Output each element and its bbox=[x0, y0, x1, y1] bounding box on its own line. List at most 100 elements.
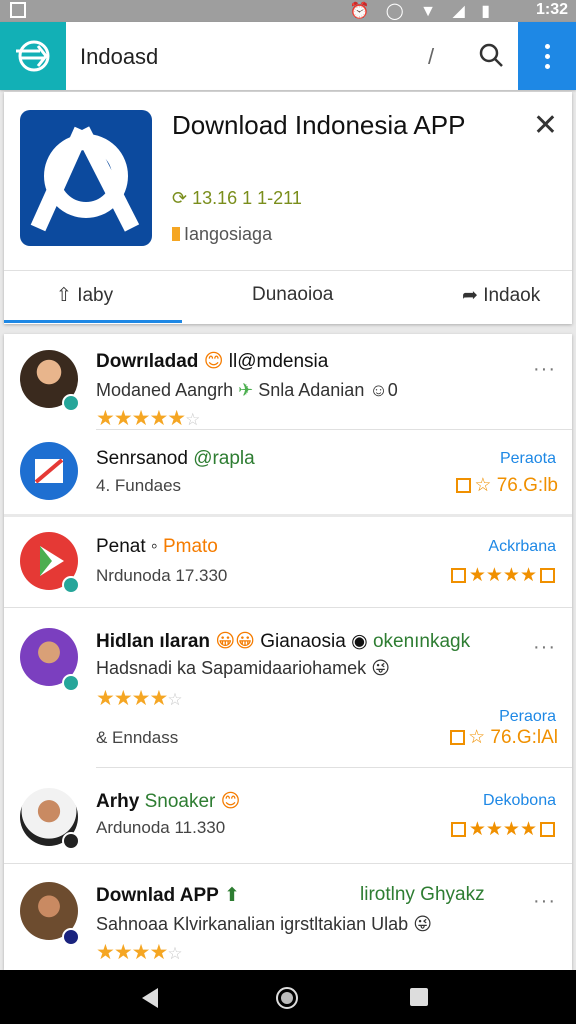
item-meta: Ardunoda 11.330 bbox=[96, 818, 226, 837]
item-title: Hidlan ılaran 😀😀 Gianaosia ◉ okenınkagk bbox=[96, 630, 470, 653]
item-subtitle-text: Sahnoaa Klvirkanalian igrstltakian Ulab bbox=[96, 914, 409, 934]
tab-download[interactable]: Dunaoioa bbox=[252, 284, 333, 306]
item-title: Downlad APP ⬆ bbox=[96, 884, 240, 907]
item-price[interactable]: ★★★★ bbox=[450, 564, 558, 587]
forward-arrow-icon: ➦ bbox=[462, 285, 484, 306]
more-options-icon[interactable]: ··· bbox=[533, 636, 556, 659]
emoji-icon: 😜 bbox=[413, 914, 432, 934]
star-rating: ★★★★☆ bbox=[96, 687, 183, 710]
item-tag[interactable]: Peraota bbox=[500, 450, 556, 468]
recents-icon[interactable] bbox=[410, 988, 428, 1006]
star-rating: ★★★★☆ bbox=[96, 941, 183, 964]
gift-icon bbox=[456, 478, 472, 493]
item-price-text: ☆ 76.G:lb bbox=[474, 475, 558, 496]
more-options-icon[interactable]: ··· bbox=[533, 890, 556, 913]
tab-forward[interactable]: ➦ Indaok bbox=[462, 284, 540, 307]
app-language: Iangosiaga bbox=[172, 224, 272, 245]
list-item[interactable]: Senrsanod @rapla 4. Fundaes Peraota ☆ 76… bbox=[4, 430, 572, 514]
item-title-extra: lirotlny Ghyakz bbox=[360, 884, 485, 905]
star-rating: ★★★★★☆ bbox=[96, 407, 200, 430]
item-title-extra: ll@mdensia bbox=[228, 351, 329, 372]
verified-badge-icon bbox=[62, 576, 80, 594]
item-title: Senrsanod @rapla bbox=[96, 448, 255, 470]
item-tag[interactable]: Dekobona bbox=[483, 792, 556, 810]
gift-icon bbox=[540, 568, 555, 583]
item-subtitle-text: Modaned Aangrh bbox=[96, 380, 234, 400]
item-tag[interactable]: Peraora bbox=[499, 708, 556, 726]
leaf-icon: ✈ bbox=[238, 380, 254, 400]
item-price[interactable]: ☆ 76.G:lb bbox=[456, 474, 558, 497]
tab-share[interactable]: ⇧ Iaby bbox=[56, 284, 113, 307]
tab-label: Iaby bbox=[77, 285, 114, 306]
list-item[interactable]: Dowrıladad 😊 ll@mdensia Modaned Aangrh ✈… bbox=[4, 334, 572, 430]
menu-dot-icon bbox=[545, 44, 550, 49]
app-icon[interactable] bbox=[20, 110, 152, 246]
item-title-text: Penat bbox=[96, 536, 146, 557]
item-subtitle-text: Hadsnadi ka Sapamidaariohamek bbox=[96, 658, 367, 678]
search-icon[interactable] bbox=[478, 42, 504, 68]
list-item[interactable]: Penat ◦ Pmato Nrdunoda 17.330 Ackrbana ★… bbox=[4, 518, 572, 608]
emoji-icon: 😀😀 bbox=[215, 631, 255, 652]
status-bar: ⏰ ◯ ▼ ◢ ▮ 1:32 bbox=[0, 0, 576, 22]
verified-badge-icon bbox=[62, 928, 80, 946]
item-title: Penat ◦ Pmato bbox=[96, 536, 218, 557]
item-subtitle: Hadsnadi ka Sapamidaariohamek 😜 bbox=[96, 658, 390, 679]
item-tag[interactable]: Ackrbana bbox=[488, 538, 556, 556]
gift-icon bbox=[450, 822, 466, 837]
item-subtitle-extra: Snla Adanian bbox=[258, 380, 365, 400]
clock-icon: ◉ bbox=[351, 631, 368, 652]
item-title: Arhy Snoaker 😊 bbox=[96, 790, 240, 813]
emoji-icon: 😊 bbox=[203, 351, 224, 372]
item-title-text: Senrsanod bbox=[96, 448, 188, 469]
search-input[interactable]: Indoasd bbox=[80, 44, 158, 70]
item-title-extra: @rapla bbox=[193, 448, 255, 469]
home-icon[interactable] bbox=[276, 987, 298, 1009]
app-rating-value: 13.16 1 1-211 bbox=[192, 188, 302, 208]
image-notification-icon bbox=[10, 2, 26, 18]
share-icon: ⇧ bbox=[56, 285, 78, 306]
item-price-text: ☆ 76.G:lAl bbox=[468, 727, 558, 748]
list-item[interactable]: Hidlan ılaran 😀😀 Gianaosia ◉ okenınkagk … bbox=[4, 608, 572, 768]
app-rating: ⟳ 13.16 1 1-211 bbox=[172, 188, 302, 208]
list-item[interactable]: Arhy Snoaker 😊 Ardunoda 11.330 Dekobona … bbox=[4, 768, 572, 864]
app-avatar bbox=[20, 442, 78, 500]
item-meta: & Enndass bbox=[96, 728, 179, 747]
more-options-icon[interactable]: ··· bbox=[533, 358, 556, 381]
system-nav-bar bbox=[0, 970, 576, 1024]
menu-dot-icon bbox=[545, 54, 550, 59]
app-logo[interactable] bbox=[0, 22, 66, 90]
gift-icon bbox=[540, 822, 555, 837]
clock: 1:32 bbox=[535, 1, 568, 18]
status-icons: ⏰ ◯ ▼ ◢ ▮ bbox=[349, 3, 496, 20]
list-item[interactable]: Downlad APP ⬆ lirotlny Ghyakz Sahnoaa Kl… bbox=[4, 864, 572, 970]
app-list: Dowrıladad 😊 ll@mdensia Modaned Aangrh ✈… bbox=[4, 334, 572, 970]
emoji-icon: 😊 bbox=[220, 791, 241, 812]
verified-badge-icon bbox=[62, 674, 80, 692]
item-title-text: Arhy bbox=[96, 791, 140, 812]
app-language-label: Iangosiaga bbox=[184, 224, 273, 244]
app-detail-card: Download Indonesia APP ✕ ⟳ 13.16 1 1-211… bbox=[4, 92, 572, 324]
tab-label: Indaok bbox=[483, 285, 541, 306]
overflow-menu-button[interactable] bbox=[518, 22, 576, 90]
item-title-extra: Gianaosia bbox=[260, 631, 346, 652]
verified-badge-icon bbox=[62, 832, 80, 850]
item-title-extra2: okenınkagk bbox=[372, 631, 471, 652]
item-title-extra: Snoaker bbox=[144, 791, 216, 812]
clear-search-icon[interactable]: / bbox=[428, 44, 434, 70]
item-price[interactable]: ★★★★ bbox=[450, 818, 558, 841]
menu-dot-icon bbox=[545, 64, 550, 69]
verified-badge-icon bbox=[62, 394, 80, 412]
item-meta: 4. Fundaes bbox=[96, 476, 182, 495]
item-price[interactable]: ☆ 76.G:lAl bbox=[450, 726, 558, 749]
item-subtitle: Sahnoaa Klvirkanalian igrstltakian Ulab … bbox=[96, 914, 432, 935]
active-tab-indicator bbox=[4, 320, 182, 323]
emoji-icon: 😜 bbox=[371, 658, 390, 678]
upload-icon: ⬆ bbox=[224, 885, 241, 906]
app-title: Download Indonesia APP bbox=[172, 110, 466, 140]
back-icon[interactable] bbox=[142, 988, 158, 1008]
close-icon[interactable]: ✕ bbox=[533, 108, 558, 143]
item-price-text: ★★★★ bbox=[468, 819, 537, 840]
item-title-text: Dowrıladad bbox=[96, 351, 199, 372]
emoji-icon: ☺ bbox=[369, 380, 388, 400]
item-title-text: Downlad APP bbox=[96, 885, 219, 906]
